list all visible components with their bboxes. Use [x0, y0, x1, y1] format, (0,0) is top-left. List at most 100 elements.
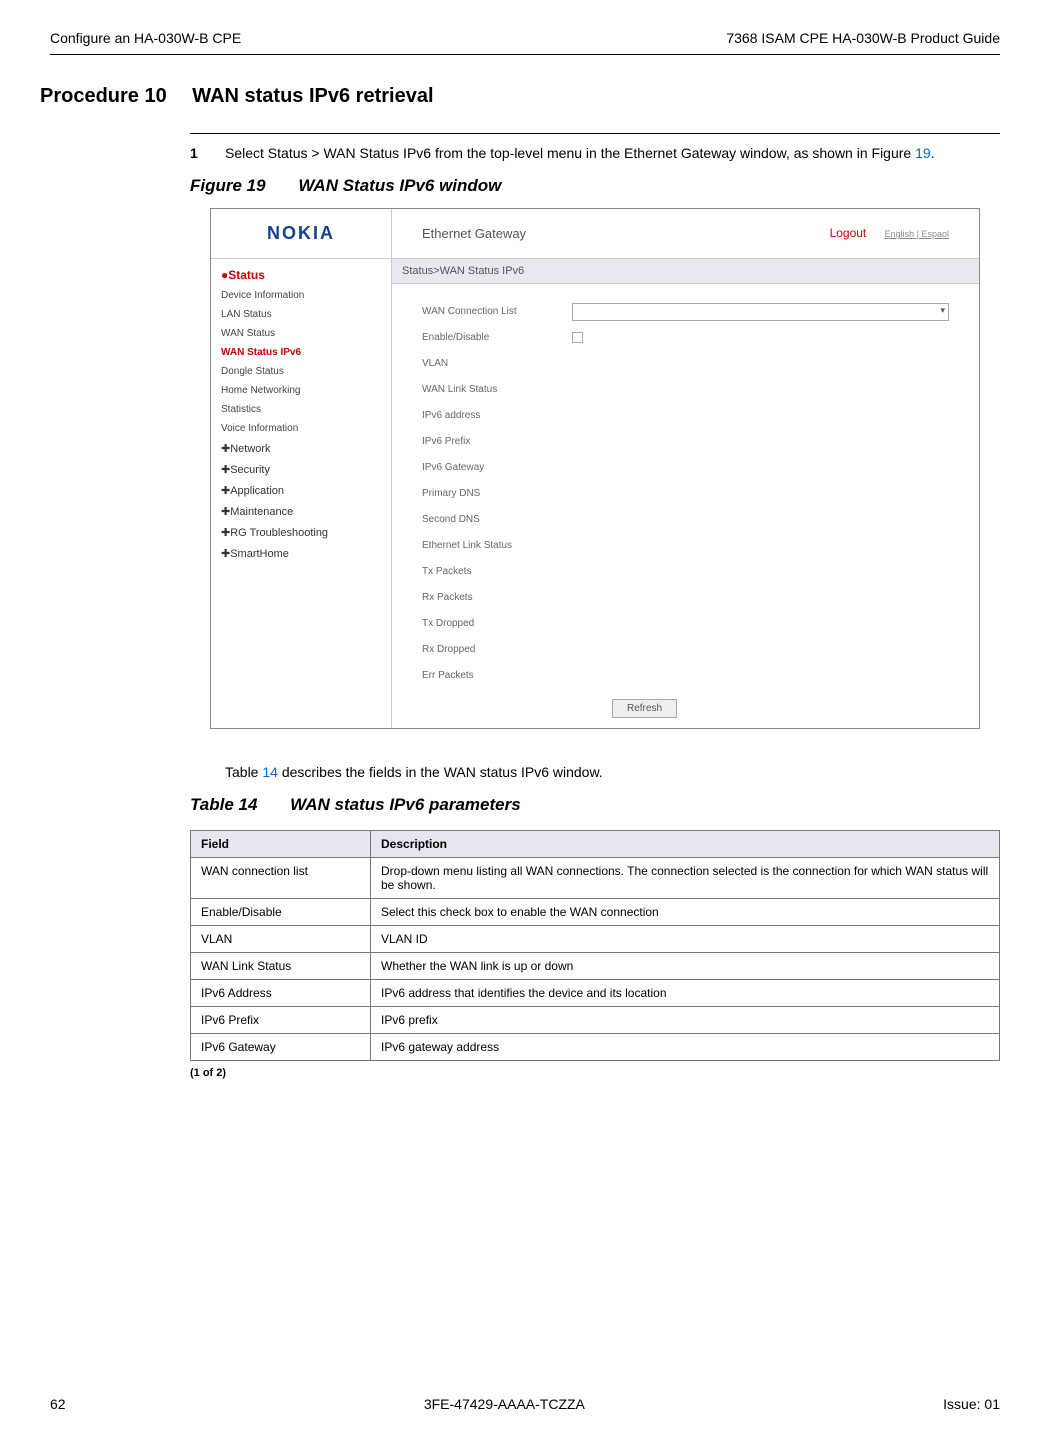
table-row: IPv6 GatewayIPv6 gateway address [191, 1033, 1000, 1060]
table-header-row: Field Description [191, 830, 1000, 857]
language-links[interactable]: English | Espaol [885, 229, 949, 239]
screenshot-sidebar: ●Status Device Information LAN Status WA… [211, 259, 391, 728]
cell-field: WAN Link Status [191, 952, 371, 979]
label-tx-packets: Tx Packets [422, 566, 572, 577]
field-rx-packets: Rx Packets [422, 585, 949, 611]
field-err-packets: Err Packets [422, 663, 949, 689]
figure-heading: Figure 19 WAN Status IPv6 window [190, 176, 1000, 196]
step-number: 1 [190, 144, 225, 164]
screenshot-body: ●Status Device Information LAN Status WA… [211, 259, 979, 728]
logout-link[interactable]: Logout [830, 226, 867, 240]
table-intro-a: Table [225, 764, 262, 780]
wan-conn-dropdown[interactable] [572, 303, 949, 321]
field-enable-disable: Enable/Disable [422, 325, 949, 351]
field-vlan: VLAN [422, 351, 949, 377]
field-ipv6-address: IPv6 address [422, 403, 949, 429]
th-description: Description [371, 830, 1000, 857]
field-wan-connection-list: WAN Connection List [422, 299, 949, 325]
sidebar-item-device-info[interactable]: Device Information [211, 286, 391, 305]
cell-field: VLAN [191, 925, 371, 952]
footer-page-number: 62 [50, 1396, 66, 1412]
refresh-button[interactable]: Refresh [612, 699, 677, 718]
step-text: Select Status > WAN Status IPv6 from the… [225, 144, 935, 164]
label-primary-dns: Primary DNS [422, 488, 572, 499]
screenshot-main: Status>WAN Status IPv6 WAN Connection Li… [391, 259, 979, 728]
table-row: VLANVLAN ID [191, 925, 1000, 952]
page-header: Configure an HA-030W-B CPE 7368 ISAM CPE… [50, 30, 1000, 46]
header-right: 7368 ISAM CPE HA-030W-B Product Guide [726, 30, 1000, 46]
figure-ref-link[interactable]: 19 [915, 145, 931, 161]
footer-doc-id: 3FE-47429-AAAA-TCZZA [424, 1396, 585, 1412]
status-fields: WAN Connection List Enable/Disable VLAN … [392, 284, 979, 728]
sidebar-item-lan-status[interactable]: LAN Status [211, 305, 391, 324]
table-ref-link[interactable]: 14 [262, 764, 278, 780]
sidebar-item-smarthome[interactable]: ✚SmartHome [211, 543, 391, 564]
table-row: Enable/DisableSelect this check box to e… [191, 898, 1000, 925]
footer-issue: Issue: 01 [943, 1396, 1000, 1412]
cell-field: WAN connection list [191, 857, 371, 898]
sidebar-item-maintenance[interactable]: ✚Maintenance [211, 501, 391, 522]
label-vlan: VLAN [422, 358, 572, 369]
label-rx-packets: Rx Packets [422, 592, 572, 603]
table-title-text: WAN status IPv6 parameters [290, 795, 521, 814]
wan-status-ipv6-screenshot: NOKIA Ethernet Gateway Logout English | … [210, 208, 980, 729]
field-tx-packets: Tx Packets [422, 559, 949, 585]
wan-status-ipv6-params-table: Field Description WAN connection listDro… [190, 830, 1000, 1061]
field-rx-dropped: Rx Dropped [422, 637, 949, 663]
sidebar-item-voice-info[interactable]: Voice Information [211, 419, 391, 438]
cell-desc: Drop-down menu listing all WAN connectio… [371, 857, 1000, 898]
header-left: Configure an HA-030W-B CPE [50, 30, 241, 46]
sidebar-item-rg-troubleshooting[interactable]: ✚RG Troubleshooting [211, 522, 391, 543]
table-row: IPv6 AddressIPv6 address that identifies… [191, 979, 1000, 1006]
field-tx-dropped: Tx Dropped [422, 611, 949, 637]
cell-desc: IPv6 prefix [371, 1006, 1000, 1033]
step-1: 1 Select Status > WAN Status IPv6 from t… [190, 144, 1000, 164]
sidebar-item-dongle-status[interactable]: Dongle Status [211, 362, 391, 381]
field-eth-link-status: Ethernet Link Status [422, 533, 949, 559]
screenshot-top-right: Ethernet Gateway Logout English | Espaol [391, 209, 979, 258]
sidebar-item-home-networking[interactable]: Home Networking [211, 381, 391, 400]
field-primary-dns: Primary DNS [422, 481, 949, 507]
step-text-a: Select Status > WAN Status IPv6 from the… [225, 145, 915, 161]
top-right-links: Logout English | Espaol [830, 226, 949, 240]
cell-desc: VLAN ID [371, 925, 1000, 952]
label-enable-disable: Enable/Disable [422, 332, 572, 343]
procedure-label: Procedure 10 [40, 85, 167, 107]
enable-disable-checkbox[interactable] [572, 332, 583, 343]
header-divider [50, 54, 1000, 55]
table-heading: Table 14 WAN status IPv6 parameters [190, 795, 1000, 815]
step-divider [190, 133, 1000, 134]
table-intro-text: Table 14 describes the fields in the WAN… [225, 764, 1000, 780]
field-second-dns: Second DNS [422, 507, 949, 533]
cell-field: IPv6 Prefix [191, 1006, 371, 1033]
gateway-title: Ethernet Gateway [422, 226, 526, 241]
sidebar-status-heading[interactable]: ●Status [211, 264, 391, 286]
sidebar-item-wan-status[interactable]: WAN Status [211, 324, 391, 343]
label-err-packets: Err Packets [422, 670, 572, 681]
th-field: Field [191, 830, 371, 857]
label-ipv6-gateway: IPv6 Gateway [422, 462, 572, 473]
cell-desc: Select this check box to enable the WAN … [371, 898, 1000, 925]
breadcrumb: Status>WAN Status IPv6 [392, 259, 979, 284]
cell-field: Enable/Disable [191, 898, 371, 925]
cell-desc: Whether the WAN link is up or down [371, 952, 1000, 979]
cell-desc: IPv6 gateway address [371, 1033, 1000, 1060]
label-wan-conn-list: WAN Connection List [422, 306, 572, 317]
label-wan-link-status: WAN Link Status [422, 384, 572, 395]
sidebar-item-security[interactable]: ✚Security [211, 459, 391, 480]
cell-field: IPv6 Address [191, 979, 371, 1006]
sidebar-item-statistics[interactable]: Statistics [211, 400, 391, 419]
table-row: IPv6 PrefixIPv6 prefix [191, 1006, 1000, 1033]
cell-field: IPv6 Gateway [191, 1033, 371, 1060]
sidebar-item-wan-status-ipv6[interactable]: WAN Status IPv6 [211, 343, 391, 362]
cell-desc: IPv6 address that identifies the device … [371, 979, 1000, 1006]
table-row: WAN connection listDrop-down menu listin… [191, 857, 1000, 898]
page-footer: 62 3FE-47429-AAAA-TCZZA Issue: 01 [50, 1396, 1000, 1412]
screenshot-top-bar: NOKIA Ethernet Gateway Logout English | … [211, 209, 979, 259]
sidebar-item-network[interactable]: ✚Network [211, 438, 391, 459]
sidebar-item-application[interactable]: ✚Application [211, 480, 391, 501]
table-intro-b: describes the fields in the WAN status I… [278, 764, 603, 780]
table-label: Table 14 [190, 795, 257, 814]
figure-label: Figure 19 [190, 176, 266, 195]
nokia-logo: NOKIA [211, 209, 391, 258]
